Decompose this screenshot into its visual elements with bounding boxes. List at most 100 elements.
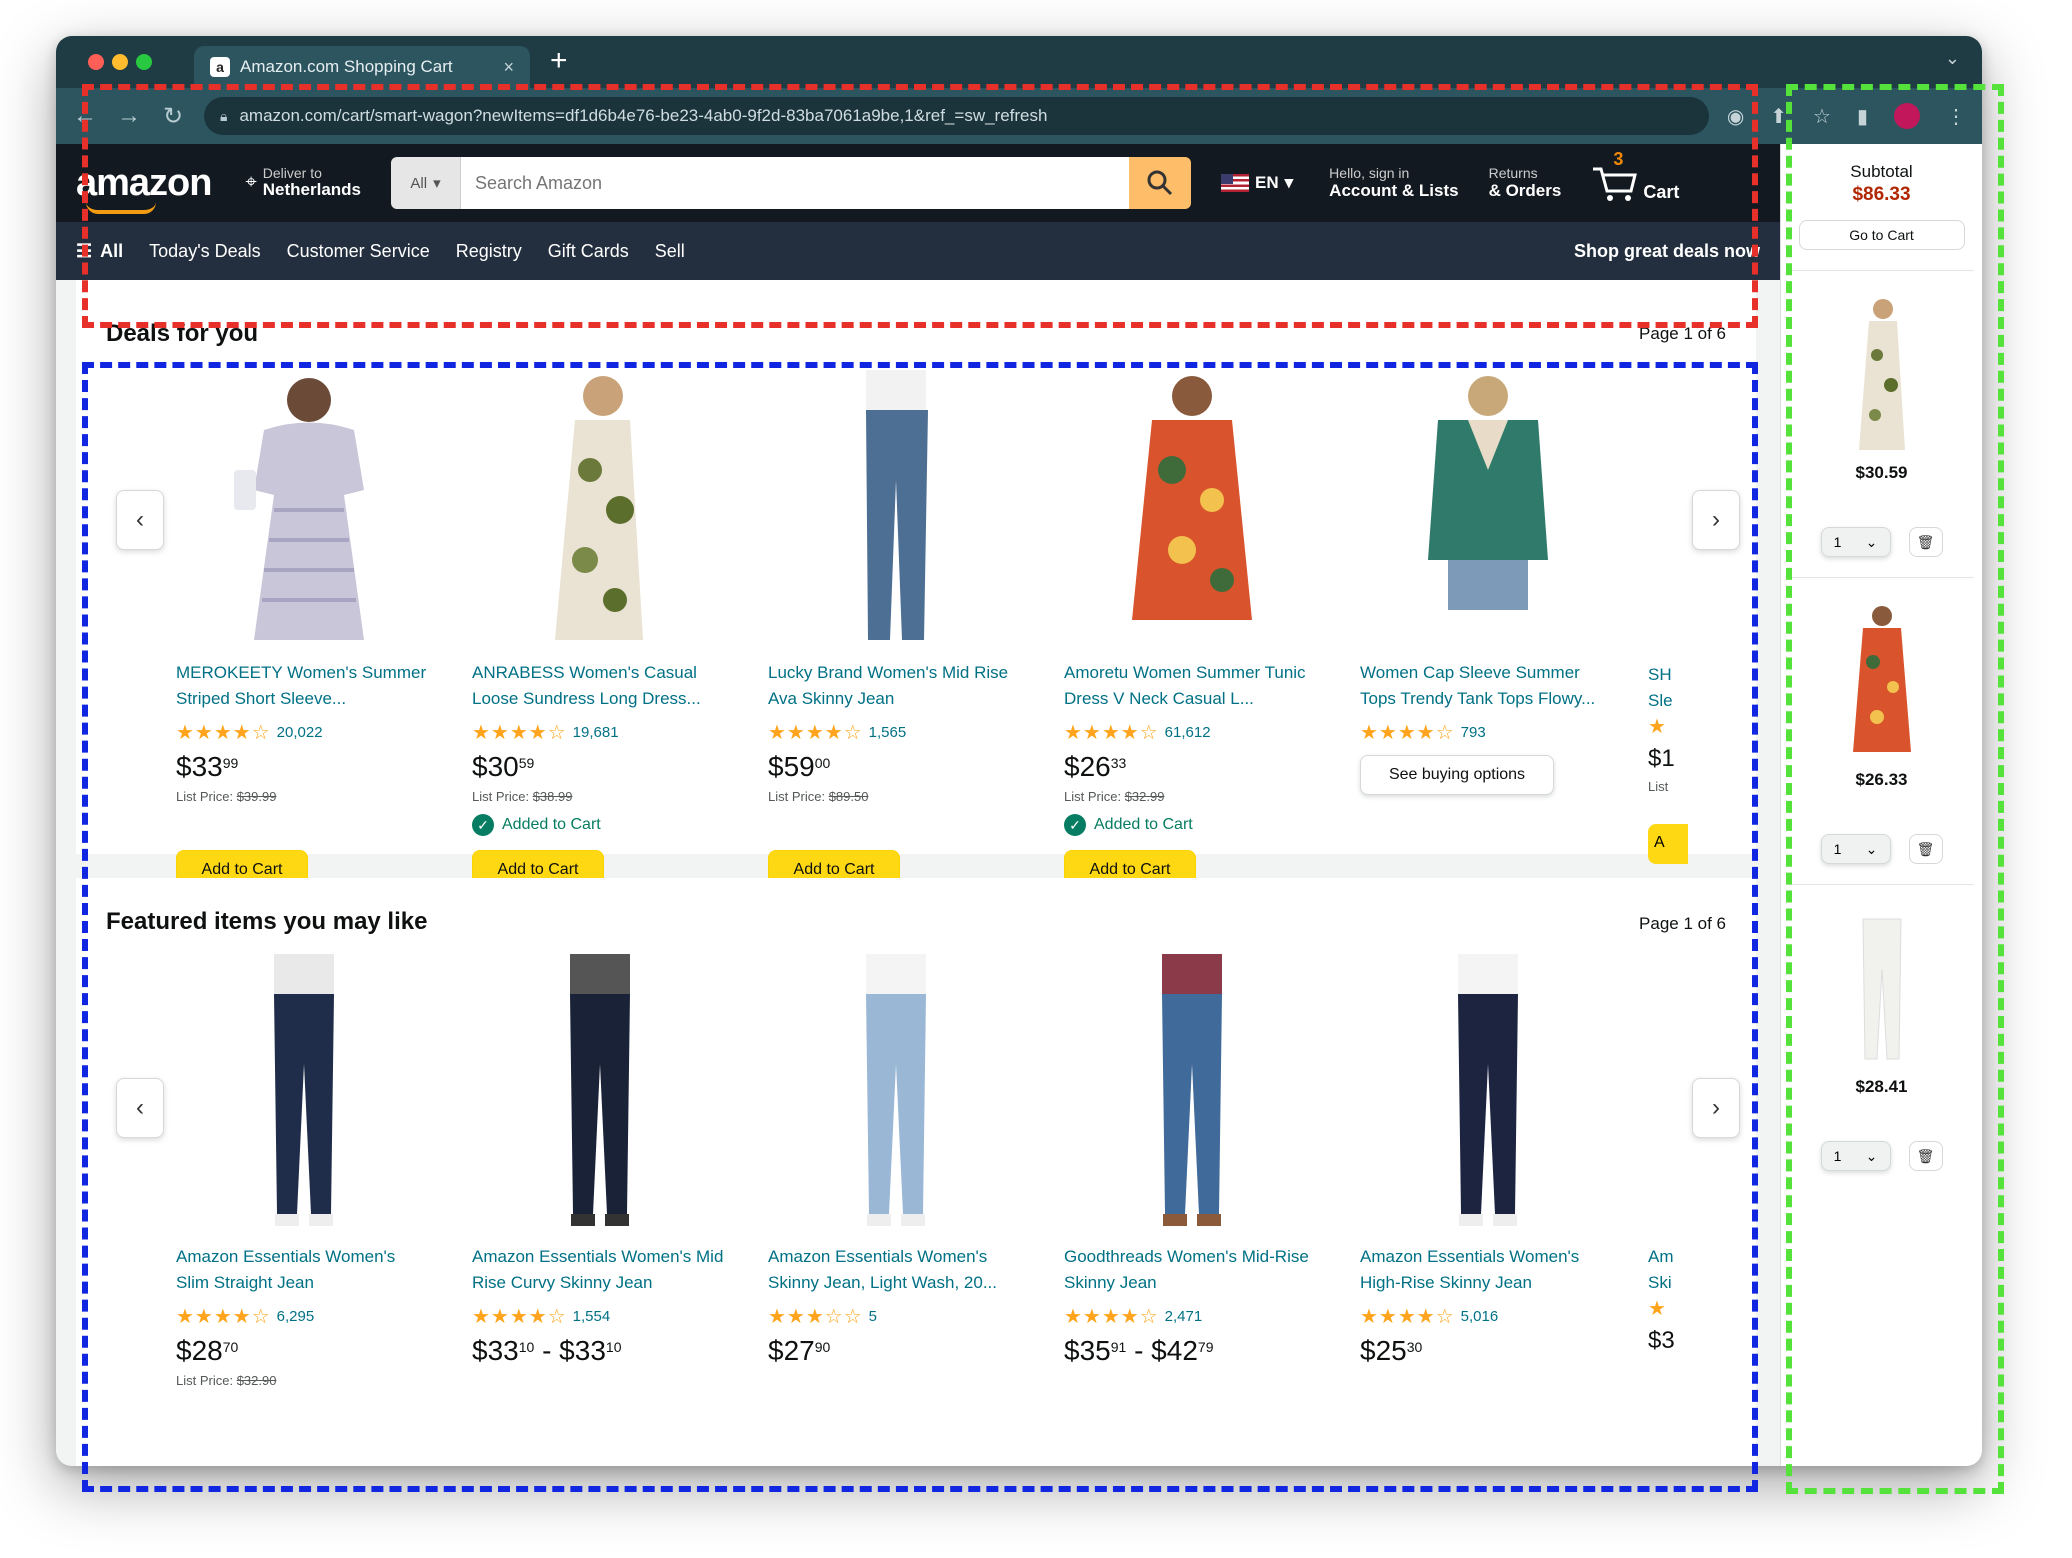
product-image[interactable] <box>176 360 432 650</box>
delete-item-button[interactable]: 🗑︎ <box>1908 1141 1943 1171</box>
close-window-button[interactable] <box>88 54 104 70</box>
profile-avatar[interactable] <box>1894 103 1920 129</box>
deliver-to[interactable]: ⌖ Deliver to Netherlands <box>245 165 361 200</box>
cart-item-image[interactable] <box>1837 909 1927 1069</box>
quantity-select[interactable]: 1 ⌄ <box>1820 1141 1891 1171</box>
quantity-select[interactable]: 1 ⌄ <box>1820 527 1891 557</box>
minimize-window-button[interactable] <box>112 54 128 70</box>
product-title-link[interactable]: Amazon Essentials Women's High-Rise Skin… <box>1360 1244 1616 1296</box>
subnav-item-todays-deals[interactable]: Today's Deals <box>149 241 261 262</box>
carousel-next-button[interactable]: › <box>1692 490 1740 550</box>
product-rating[interactable]: ★★★★☆ 6,295 <box>176 1304 432 1329</box>
see-buying-options-button[interactable]: See buying options <box>1360 755 1554 795</box>
product-image[interactable] <box>768 360 1024 650</box>
partial-product-title[interactable]: Am Ski <box>1648 1244 1688 1296</box>
product-title-link[interactable]: Women Cap Sleeve Summer Tops Trendy Tank… <box>1360 660 1616 712</box>
address-bar[interactable]: 🔒︎ amazon.com/cart/smart-wagon?newItems=… <box>204 97 1709 135</box>
product-image[interactable] <box>1360 360 1616 650</box>
product-rating[interactable]: ★★★★☆ 2,471 <box>1064 1304 1320 1329</box>
tab-search-icon[interactable]: ⌄ <box>1945 48 1960 69</box>
product-title-link[interactable]: Amoretu Women Summer Tunic Dress V Neck … <box>1064 660 1320 712</box>
product-rating[interactable]: ★★★★☆ 5,016 <box>1360 1304 1616 1329</box>
subtotal-value: $86.33 <box>1852 184 1911 205</box>
tab-close-icon[interactable]: × <box>503 57 514 78</box>
carousel-prev-button[interactable]: ‹ <box>116 1078 164 1138</box>
delete-item-button[interactable]: 🗑︎ <box>1908 527 1943 557</box>
cart-button[interactable]: 3 Cart <box>1591 149 1679 203</box>
tab-amazon-cart[interactable]: a Amazon.com Shopping Cart × <box>194 46 530 88</box>
product-image[interactable] <box>1360 944 1616 1234</box>
product-title-link[interactable]: Amazon Essentials Women's Slim Straight … <box>176 1244 432 1296</box>
browser-menu-icon[interactable]: ⋮ <box>1946 104 1966 129</box>
product-title-link[interactable]: Amazon Essentials Women's Mid Rise Curvy… <box>472 1244 728 1296</box>
go-to-cart-button[interactable]: Go to Cart <box>1798 220 1965 250</box>
star-rating-icon: ★★★★☆ <box>1064 722 1159 744</box>
language-selector[interactable]: EN ▾ <box>1221 173 1293 193</box>
bookmark-star-icon[interactable]: ☆ <box>1813 104 1831 129</box>
product-rating[interactable]: ★★★★☆ 20,022 <box>176 720 432 745</box>
product-rating[interactable]: ★★★★☆ 1,554 <box>472 1304 728 1329</box>
all-menu-button[interactable]: ☰ All <box>76 241 123 262</box>
curvy-jean-image <box>570 954 630 1226</box>
price-fraction: 00 <box>814 755 831 771</box>
forward-arrow-icon[interactable]: → <box>116 102 142 130</box>
subnav-item-sell[interactable]: Sell <box>655 241 685 262</box>
subnav-item-registry[interactable]: Registry <box>456 241 522 262</box>
carousel-next-button[interactable]: › <box>1692 1078 1740 1138</box>
search-button[interactable] <box>1129 157 1191 209</box>
search-category-select[interactable]: All ▾ <box>391 157 461 209</box>
subnav-item-gift-cards[interactable]: Gift Cards <box>548 241 629 262</box>
product-rating[interactable]: ★★★★☆ 793 <box>1360 720 1616 745</box>
search-input[interactable] <box>461 157 1129 209</box>
carousel-prev-button[interactable]: ‹ <box>116 490 164 550</box>
logo-text: amazon <box>76 161 212 204</box>
list-price-label: List Price: <box>176 789 234 804</box>
product-rating[interactable]: ★★★★☆ 61,612 <box>1064 720 1320 745</box>
partial-product-card: Am Ski ★ $3 <box>1648 1234 1688 1355</box>
lock-icon[interactable]: 🔒︎ <box>220 108 227 125</box>
partial-product-title[interactable]: SH Sle <box>1648 662 1688 714</box>
product-image[interactable] <box>472 360 728 650</box>
subnav-promo-link[interactable]: Shop great deals now <box>1574 241 1760 262</box>
review-count: 61,612 <box>1164 724 1211 741</box>
cart-item-image[interactable] <box>1837 295 1927 455</box>
delete-item-button[interactable]: 🗑︎ <box>1908 834 1943 864</box>
review-count: 793 <box>1460 724 1486 741</box>
account-lists[interactable]: Hello, sign in Account & Lists <box>1329 165 1458 201</box>
returns-orders[interactable]: Returns & Orders <box>1489 165 1562 201</box>
mid-rise-jean-image <box>1162 954 1222 1226</box>
list-price-value: $32.90 <box>236 1373 277 1388</box>
product-image[interactable] <box>1064 360 1320 650</box>
product-image[interactable] <box>1064 944 1320 1234</box>
share-icon[interactable]: ⬆︎ <box>1770 104 1787 129</box>
partial-product-price: $3 <box>1648 1327 1675 1354</box>
cart-item-image[interactable] <box>1837 602 1927 762</box>
product-title-link[interactable]: ANRABESS Women's Casual Loose Sundress L… <box>472 660 728 712</box>
product-image[interactable] <box>176 944 432 1234</box>
added-to-cart-label: Added to Cart <box>502 816 601 833</box>
partial-add-to-cart-button[interactable]: A <box>1648 824 1688 864</box>
product-title-link[interactable]: MEROKEETY Women's Summer Striped Short S… <box>176 660 432 712</box>
quantity-select[interactable]: 1 ⌄ <box>1820 834 1891 864</box>
product-rating[interactable]: ★★★★☆ 19,681 <box>472 720 728 745</box>
reload-icon[interactable]: ↻ <box>160 102 186 131</box>
deliver-country: Netherlands <box>262 180 361 200</box>
back-arrow-icon[interactable]: ← <box>72 102 98 130</box>
subnav-item-customer-service[interactable]: Customer Service <box>287 241 430 262</box>
side-panel-icon[interactable]: ▮ <box>1857 104 1868 129</box>
new-tab-button[interactable]: + <box>550 46 568 76</box>
google-icon[interactable]: ◉ <box>1727 104 1744 129</box>
product-title-link[interactable]: Amazon Essentials Women's Skinny Jean, L… <box>768 1244 1024 1296</box>
url-text[interactable]: amazon.com/cart/smart-wagon?newItems=df1… <box>239 106 1692 126</box>
product-rating[interactable]: ★★★★☆ 1,565 <box>768 720 1024 745</box>
product-title-link[interactable]: Goodthreads Women's Mid-Rise Skinny Jean <box>1064 1244 1320 1296</box>
price-fraction: 30 <box>1406 1339 1423 1355</box>
amazon-logo[interactable]: amazon <box>76 161 212 214</box>
maximize-window-button[interactable] <box>136 54 152 70</box>
list-price-label: List Price: <box>1064 789 1122 804</box>
product-title-link[interactable]: Lucky Brand Women's Mid Rise Ava Skinny … <box>768 660 1024 712</box>
product-rating[interactable]: ★★★☆☆ 5 <box>768 1304 1024 1329</box>
list-price: List Price: $32.90 <box>176 1373 432 1388</box>
product-image[interactable] <box>472 944 728 1234</box>
product-image[interactable] <box>768 944 1024 1234</box>
